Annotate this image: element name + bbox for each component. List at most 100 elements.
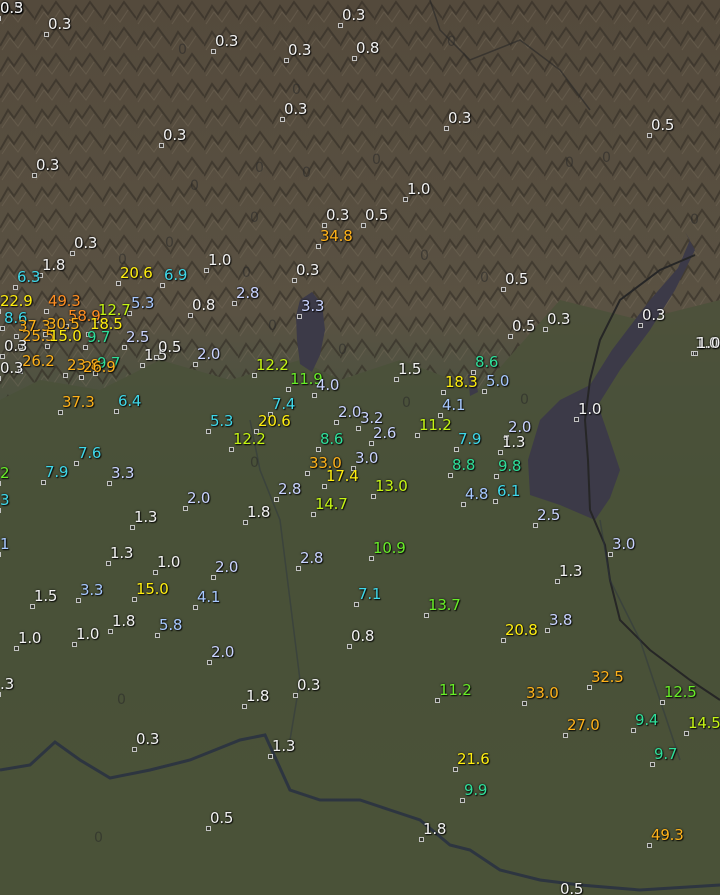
precip-value-label[interactable]: 1.8 xyxy=(247,504,270,520)
precip-value-label[interactable]: 11.2 xyxy=(439,682,472,698)
precip-value-label[interactable]: 6.3 xyxy=(17,269,40,285)
precip-value-label[interactable]: 5.3 xyxy=(210,413,233,429)
precip-value-label[interactable]: 0.3 xyxy=(547,311,570,327)
precip-value-label[interactable]: 1.0 xyxy=(18,630,41,646)
precip-value-label[interactable]: 8.6 xyxy=(320,431,343,447)
precip-value-label[interactable]: 0.5 xyxy=(512,318,535,334)
precip-value-label[interactable]: 17.4 xyxy=(326,468,359,484)
precip-value-label[interactable]: 6.1 xyxy=(497,483,520,499)
precip-value-label[interactable]: 3 xyxy=(0,492,10,508)
precip-value-label[interactable]: 2.8 xyxy=(300,550,323,566)
precip-value-label[interactable]: 0.5 xyxy=(651,117,674,133)
precip-value-label[interactable]: 14.7 xyxy=(315,496,348,512)
precip-value-label[interactable]: 12.5 xyxy=(664,684,697,700)
precip-value-label[interactable]: 9.4 xyxy=(635,712,658,728)
precip-value-label[interactable]: 4.0 xyxy=(316,377,339,393)
precip-value-label[interactable]: 1.0 xyxy=(578,401,601,417)
precip-value-label[interactable]: 3.3 xyxy=(301,298,324,314)
precip-value-label[interactable]: 49.3 xyxy=(651,827,684,843)
precip-value-label[interactable]: 2.5 xyxy=(537,507,560,523)
precip-value-label[interactable]: 14.5 xyxy=(688,715,720,731)
precip-value-label[interactable]: 34.8 xyxy=(320,228,353,244)
precip-value-label[interactable]: 26.2 xyxy=(22,353,55,369)
precip-value-label[interactable]: 0.3 xyxy=(284,101,307,117)
precip-value-label[interactable]: 1.3 xyxy=(502,434,525,450)
precip-value-label[interactable]: 26.9 xyxy=(83,359,116,375)
precip-value-label[interactable]: 7.1 xyxy=(358,586,381,602)
precip-value-label[interactable]: 1.8 xyxy=(423,821,446,837)
precip-value-label[interactable]: 0.8 xyxy=(192,297,215,313)
precip-value-label[interactable]: 0.5 xyxy=(210,810,233,826)
precip-value-label[interactable]: 0.3 xyxy=(0,0,23,16)
precip-value-label[interactable]: 1.8 xyxy=(246,688,269,704)
precip-value-label[interactable]: 0.3 xyxy=(342,7,365,23)
precip-value-label[interactable]: 3.3 xyxy=(111,465,134,481)
precip-value-label[interactable]: 3.3 xyxy=(80,582,103,598)
precip-value-label[interactable]: 0.5 xyxy=(505,271,528,287)
precip-value-label[interactable]: 33.0 xyxy=(526,685,559,701)
precip-value-label[interactable]: 1.3 xyxy=(110,545,133,561)
precip-value-label[interactable]: 7.9 xyxy=(45,464,68,480)
precip-value-label[interactable]: 12.2 xyxy=(256,357,289,373)
precip-value-label[interactable]: 3.0 xyxy=(612,536,635,552)
precip-value-label[interactable]: 5.8 xyxy=(159,617,182,633)
precip-value-label[interactable]: 7.6 xyxy=(78,445,101,461)
precip-value-label[interactable]: 22.9 xyxy=(0,293,33,309)
precip-value-label[interactable]: 9.7 xyxy=(87,329,110,345)
precip-value-label[interactable]: 1.3 xyxy=(272,738,295,754)
precip-value-label[interactable]: 13.0 xyxy=(375,478,408,494)
precip-value-label[interactable]: 13.7 xyxy=(428,597,461,613)
precip-value-label[interactable]: 2.0 xyxy=(197,346,220,362)
precip-value-label[interactable]: 4.1 xyxy=(442,397,465,413)
precip-value-label[interactable]: 1.5 xyxy=(398,361,421,377)
precip-value-label[interactable]: 4.8 xyxy=(465,486,488,502)
precip-value-label[interactable]: 9.8 xyxy=(498,458,521,474)
precip-value-label[interactable]: 3.0 xyxy=(355,450,378,466)
precip-value-label[interactable]: 1.0 xyxy=(76,626,99,642)
precip-value-label[interactable]: 2.0 xyxy=(211,644,234,660)
precip-value-label[interactable]: 18.3 xyxy=(445,374,478,390)
precip-value-label[interactable]: 0.3 xyxy=(326,207,349,223)
precip-value-label[interactable]: 5.3 xyxy=(131,295,154,311)
precip-value-label[interactable]: 0.8 xyxy=(356,40,379,56)
precip-value-label[interactable]: 0.3 xyxy=(163,127,186,143)
precip-value-label[interactable]: 0.5 xyxy=(560,881,583,895)
precip-value-label[interactable]: 1.8 xyxy=(42,257,65,273)
precip-value-label[interactable]: 1.8 xyxy=(112,613,135,629)
precip-value-label[interactable]: 2.0 xyxy=(338,404,361,420)
precip-value-label[interactable]: 0.3 xyxy=(297,677,320,693)
precip-value-label[interactable]: 5.0 xyxy=(486,373,509,389)
precip-value-label[interactable]: 8.8 xyxy=(452,457,475,473)
precip-value-label[interactable]: 0.3 xyxy=(448,110,471,126)
precip-value-label[interactable]: 0.8 xyxy=(351,628,374,644)
precip-value-label[interactable]: 1.5 xyxy=(34,588,57,604)
precip-value-label[interactable]: 1.0 xyxy=(407,181,430,197)
precip-value-label[interactable]: 20.6 xyxy=(120,265,153,281)
precip-value-label[interactable]: 0.3 xyxy=(296,262,319,278)
precip-value-label[interactable]: 37.3 xyxy=(62,394,95,410)
precip-value-label[interactable]: 7.9 xyxy=(458,431,481,447)
precip-value-label[interactable]: 32.5 xyxy=(591,669,624,685)
precip-value-label[interactable]: 2.8 xyxy=(236,285,259,301)
precip-value-label[interactable]: 2.0 xyxy=(215,559,238,575)
precip-value-label[interactable]: 0.3 xyxy=(36,157,59,173)
precip-value-label[interactable]: 20.6 xyxy=(258,413,291,429)
precip-value-label[interactable]: 1.0 xyxy=(697,335,720,351)
precip-value-label[interactable]: 15.0 xyxy=(136,581,169,597)
precip-value-label[interactable]: 2.5 xyxy=(126,329,149,345)
precip-value-label[interactable]: 2.8 xyxy=(278,481,301,497)
precip-value-label[interactable]: 1.0 xyxy=(157,554,180,570)
precip-value-label[interactable]: 0.5 xyxy=(365,207,388,223)
precip-value-label[interactable]: 3.8 xyxy=(549,612,572,628)
precip-value-label[interactable]: 6.9 xyxy=(164,267,187,283)
precip-value-label[interactable]: 1 xyxy=(0,536,10,552)
precip-value-label[interactable]: 1.3 xyxy=(559,563,582,579)
precip-value-label[interactable]: 2.6 xyxy=(373,425,396,441)
precip-value-label[interactable]: 0.3 xyxy=(0,360,23,376)
precip-value-label[interactable]: 2.0 xyxy=(187,490,210,506)
precip-value-label[interactable]: 0.3 xyxy=(288,42,311,58)
precip-value-label[interactable]: 1.0 xyxy=(208,252,231,268)
precip-value-label[interactable]: 0.3 xyxy=(215,33,238,49)
precip-value-label[interactable]: 7.4 xyxy=(272,396,295,412)
precip-value-label[interactable]: 1.3 xyxy=(134,509,157,525)
